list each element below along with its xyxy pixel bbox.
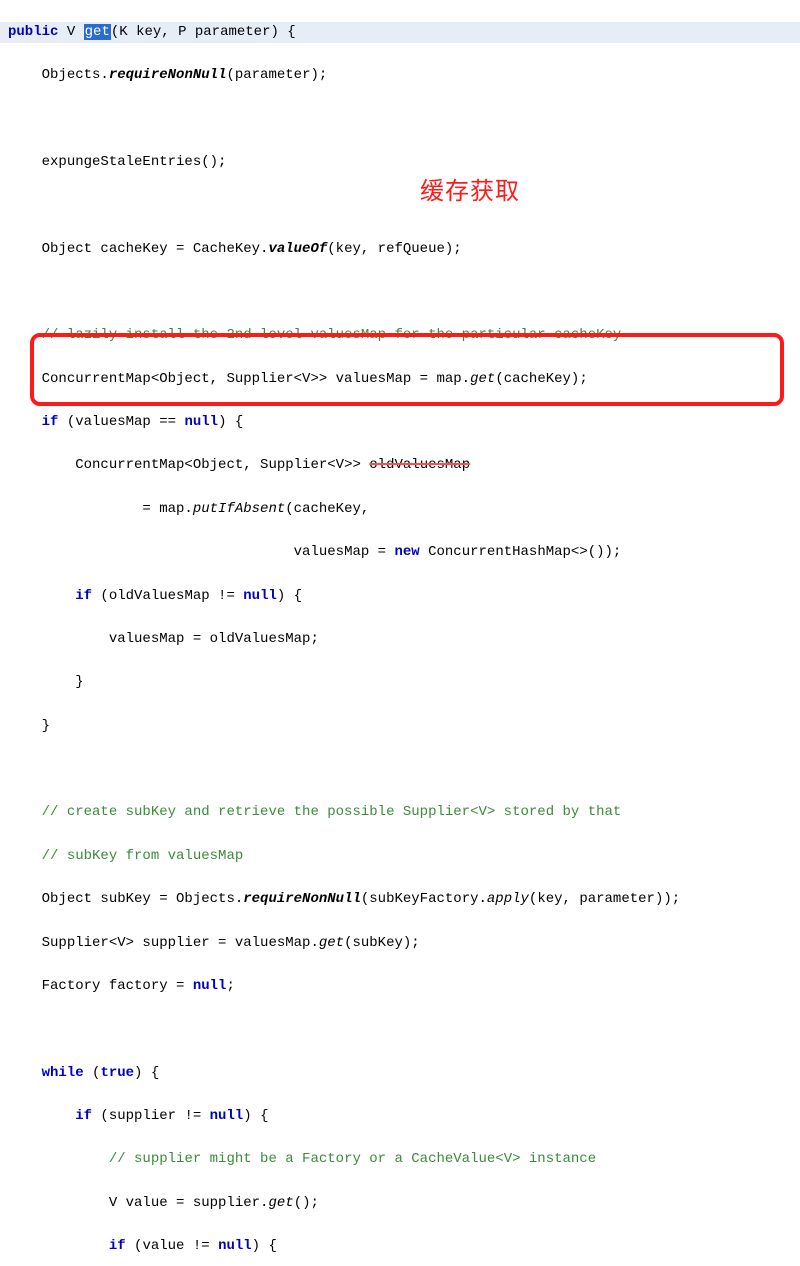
method-name-highlight[interactable]: get xyxy=(84,24,111,40)
code-line: if (supplier != null) { xyxy=(0,1106,800,1128)
code-line: if (value != null) { xyxy=(0,1236,800,1258)
comment-line: // create subKey and retrieve the possib… xyxy=(0,802,800,824)
code-line: valuesMap = oldValuesMap; xyxy=(0,629,800,651)
code-line: if (oldValuesMap != null) { xyxy=(0,586,800,608)
comment-line: // lazily install the 2nd level valuesMa… xyxy=(0,325,800,347)
method-signature: public V get(K key, P parameter) { xyxy=(0,22,800,44)
code-line: Objects.requireNonNull(parameter); xyxy=(0,65,800,87)
blank-line xyxy=(0,195,800,217)
code-line: if (valuesMap == null) { xyxy=(0,412,800,434)
code-line: ConcurrentMap<Object, Supplier<V>> oldVa… xyxy=(0,455,800,477)
code-line: expungeStaleEntries(); xyxy=(0,152,800,174)
code-line: Factory factory = null; xyxy=(0,976,800,998)
code-line: } xyxy=(0,672,800,694)
comment-line: // subKey from valuesMap xyxy=(0,846,800,868)
struck-text: oldValuesMap xyxy=(369,457,470,473)
code-line: = map.putIfAbsent(cacheKey, xyxy=(0,499,800,521)
comment-line: // supplier might be a Factory or a Cach… xyxy=(0,1149,800,1171)
code-line: Object subKey = Objects.requireNonNull(s… xyxy=(0,889,800,911)
blank-line xyxy=(0,759,800,781)
params: (K key, P parameter) { xyxy=(111,24,296,40)
blank-line xyxy=(0,1019,800,1041)
code-line: Object cacheKey = CacheKey.valueOf(key, … xyxy=(0,239,800,261)
code-line: V value = supplier.get(); xyxy=(0,1193,800,1215)
code-line: valuesMap = new ConcurrentHashMap<>()); xyxy=(0,542,800,564)
code-line: } xyxy=(0,716,800,738)
return-type: V xyxy=(67,24,75,40)
code-block: public V get(K key, P parameter) { Objec… xyxy=(0,0,800,1266)
blank-line xyxy=(0,108,800,130)
kw-public: public xyxy=(8,24,58,40)
code-line: ConcurrentMap<Object, Supplier<V>> value… xyxy=(0,369,800,391)
blank-line xyxy=(0,282,800,304)
code-line: Supplier<V> supplier = valuesMap.get(sub… xyxy=(0,933,800,955)
code-line: while (true) { xyxy=(0,1063,800,1085)
